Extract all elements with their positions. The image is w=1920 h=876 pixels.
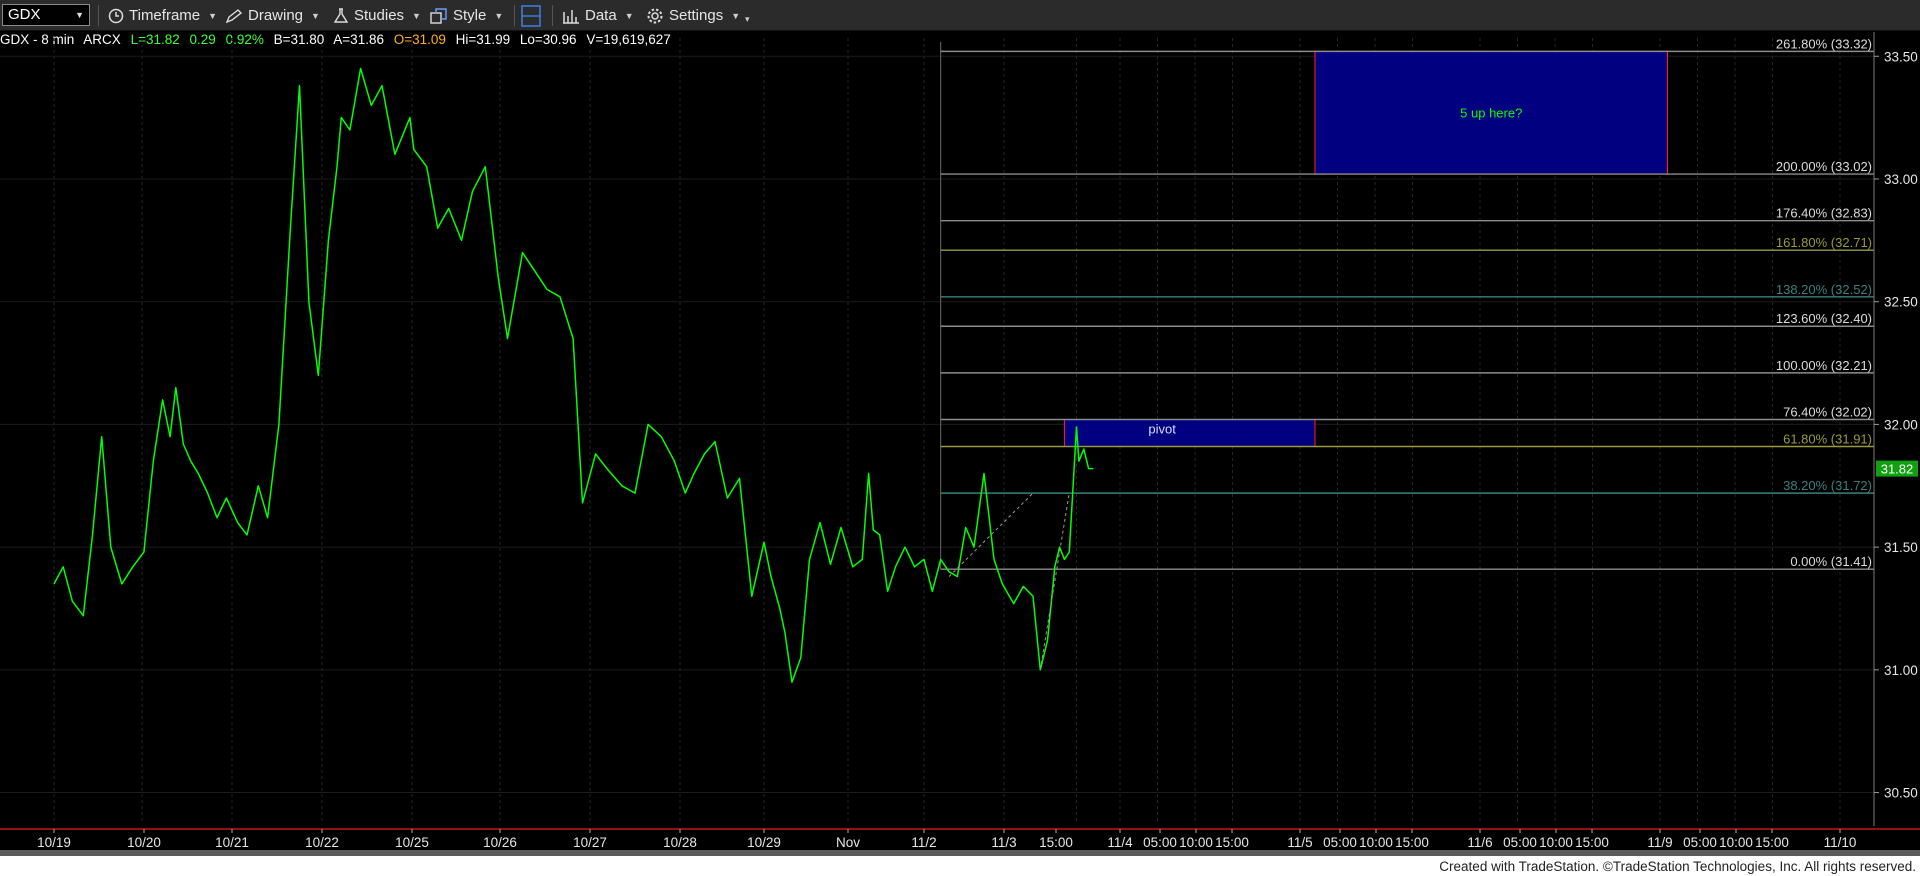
y-tick-label: 32.50: [1884, 295, 1918, 310]
x-tick-label: 15:00: [1575, 835, 1609, 850]
y-tick-label: 33.50: [1884, 49, 1918, 64]
x-tick-label: 05:00: [1683, 835, 1717, 850]
y-tick-label: 30.50: [1884, 786, 1918, 801]
fib-level-label: 123.60% (32.40): [1776, 311, 1872, 326]
fib-level-label: 161.80% (32.71): [1776, 235, 1872, 250]
fib-level-label: 61.80% (31.91): [1783, 431, 1872, 446]
fib-level-label: 0.00% (31.41): [1790, 554, 1872, 569]
x-tick-label: 11/4: [1107, 835, 1133, 850]
x-tick-label: 10:00: [1359, 835, 1393, 850]
x-tick-label: 15:00: [1039, 835, 1073, 850]
x-tick-label: 10/20: [127, 835, 161, 850]
x-tick-label: 10/21: [215, 835, 249, 850]
last-price-tag-label: 31.82: [1881, 462, 1914, 477]
y-tick-label: 33.00: [1884, 172, 1918, 187]
x-tick-label: 10/25: [395, 835, 429, 850]
x-tick-label: 11/2: [911, 835, 936, 850]
target-zone[interactable]: [1063, 419, 1316, 447]
fib-level-label: 261.80% (33.32): [1776, 36, 1872, 51]
x-tick-label: 10/22: [305, 835, 339, 850]
x-tick-label: 11/9: [1647, 835, 1672, 850]
zone-label: pivot: [1148, 422, 1176, 437]
y-tick-label: 31.50: [1884, 540, 1918, 555]
x-tick-label: 10/29: [747, 835, 781, 850]
x-tick-label: 10/19: [37, 835, 71, 850]
x-tick-label: 15:00: [1755, 835, 1789, 850]
footer: Created with TradeStation. ©TradeStation…: [0, 856, 1920, 876]
x-tick-label: 11/3: [991, 835, 1016, 850]
y-tick-label: 32.00: [1884, 417, 1918, 432]
x-tick-label: 05:00: [1143, 835, 1177, 850]
x-tick-label: 10:00: [1179, 835, 1213, 850]
x-tick-label: 10/27: [573, 835, 607, 850]
x-tick-label: 11/5: [1287, 835, 1312, 850]
fib-level-label: 200.00% (33.02): [1776, 159, 1872, 174]
x-tick-label: 10/26: [483, 835, 517, 850]
x-tick-label: 05:00: [1323, 835, 1357, 850]
x-tick-label: 05:00: [1503, 835, 1537, 850]
fib-level-label: 138.20% (32.52): [1776, 282, 1872, 297]
x-tick-label: 11/6: [1467, 835, 1492, 850]
zone-label: 5 up here?: [1460, 106, 1522, 121]
copyright-text: Created with TradeStation. ©TradeStation…: [1439, 859, 1916, 874]
x-tick-label: 15:00: [1395, 835, 1429, 850]
wave-connector: [1039, 493, 1070, 670]
fib-level-label: 100.00% (32.21): [1776, 358, 1872, 373]
x-tick-label: 11/10: [1824, 835, 1857, 850]
x-tick-label: 15:00: [1215, 835, 1249, 850]
x-tick-label: Nov: [836, 835, 860, 850]
price-line: [53, 67, 1094, 683]
x-tick-label: 10:00: [1719, 835, 1753, 850]
x-tick-label: 10/28: [663, 835, 697, 850]
price-chart[interactable]: pivot 5 up here? 261.80% (33.32) 200.00% (3…: [0, 0, 1920, 856]
x-tick-label: 10:00: [1539, 835, 1573, 850]
y-tick-label: 31.00: [1884, 663, 1918, 678]
fib-level-label: 76.40% (32.02): [1783, 405, 1872, 420]
fib-level-label: 176.40% (32.83): [1776, 206, 1872, 221]
fib-level-label: 38.20% (31.72): [1783, 478, 1872, 493]
